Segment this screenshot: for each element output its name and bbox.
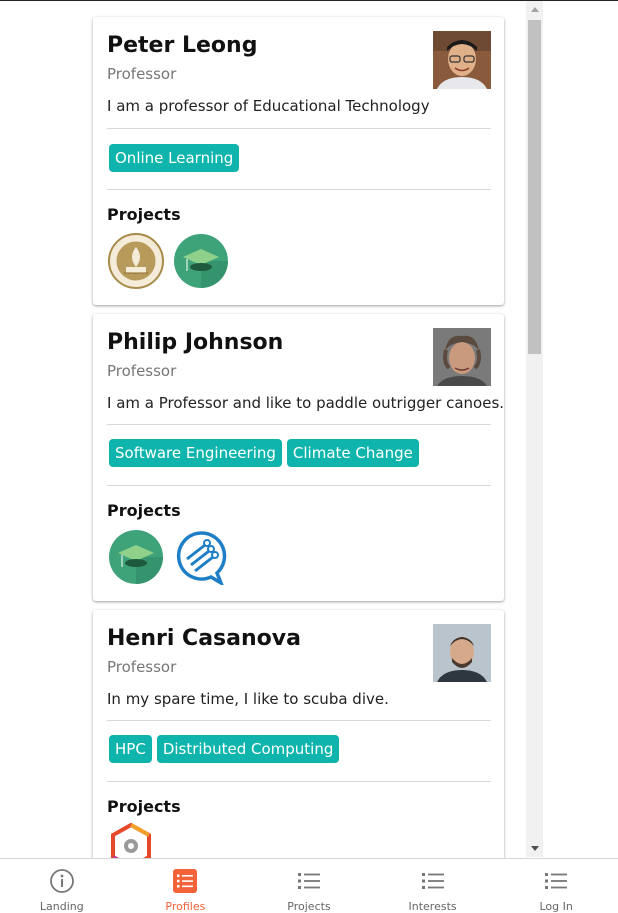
projects-heading: Projects xyxy=(107,797,181,816)
list-icon xyxy=(297,873,320,889)
interest-tag[interactable]: Online Learning xyxy=(109,144,240,172)
interest-tag[interactable]: Software Engineering xyxy=(109,439,282,467)
graduation-cap-logo[interactable] xyxy=(108,529,164,585)
profile-bio: I am a Professor and like to paddle outr… xyxy=(107,394,505,412)
project-list xyxy=(108,529,229,585)
graduation-cap-logo[interactable] xyxy=(173,233,229,289)
vertical-scrollbar[interactable] xyxy=(526,1,543,857)
profile-bio: I am a professor of Educational Technolo… xyxy=(107,97,430,115)
list-icon xyxy=(545,873,568,889)
nav-label: Profiles xyxy=(165,900,206,913)
divider xyxy=(107,485,491,486)
profile-title: Professor xyxy=(107,65,177,83)
scroll-down-arrow-icon[interactable] xyxy=(526,840,543,857)
nav-label: Interests xyxy=(408,900,457,913)
nav-item-profiles[interactable]: Profiles xyxy=(124,859,248,913)
profile-card: Philip Johnson Professor I am a Professo… xyxy=(93,314,504,601)
divider xyxy=(107,424,491,425)
nav-label: Landing xyxy=(39,900,84,913)
divider xyxy=(107,781,491,782)
interest-tag[interactable]: Climate Change xyxy=(286,439,419,467)
interest-tags: HPC Distributed Computing xyxy=(109,735,340,763)
list-icon xyxy=(421,873,444,889)
profile-card: Peter Leong Professor I am a professor o… xyxy=(93,17,504,305)
interest-tag[interactable]: Distributed Computing xyxy=(156,735,340,763)
nav-label: Log In xyxy=(539,900,573,913)
profile-name: Philip Johnson xyxy=(107,330,284,355)
project-list xyxy=(108,233,229,289)
divider xyxy=(107,720,491,721)
profile-title: Professor xyxy=(107,362,177,380)
info-icon xyxy=(49,869,74,893)
divider xyxy=(107,189,491,190)
profile-avatar xyxy=(433,31,491,89)
gear-hexagon-logo[interactable] xyxy=(108,823,154,858)
profile-name: Peter Leong xyxy=(107,33,258,58)
nav-label: Projects xyxy=(287,900,331,913)
nav-item-projects[interactable]: Projects xyxy=(247,859,371,913)
interest-tags: Software Engineering Climate Change xyxy=(109,439,419,467)
profile-avatar xyxy=(433,624,491,682)
project-list xyxy=(108,823,154,858)
scrollbar-thumb[interactable] xyxy=(528,20,541,354)
chat-circuit-logo[interactable] xyxy=(173,529,229,585)
nav-item-login[interactable]: Log In xyxy=(494,859,618,913)
profile-bio: In my spare time, I like to scuba dive. xyxy=(107,690,389,708)
interest-tag[interactable]: HPC xyxy=(109,735,152,763)
profile-card: Henri Casanova Professor In my spare tim… xyxy=(93,610,504,858)
profile-avatar xyxy=(433,328,491,386)
projects-heading: Projects xyxy=(107,205,181,224)
list-icon xyxy=(173,869,198,893)
university-seal-logo[interactable] xyxy=(108,233,164,289)
nav-item-landing[interactable]: Landing xyxy=(0,859,124,913)
profile-title: Professor xyxy=(107,658,177,676)
divider xyxy=(107,128,491,129)
bottom-navigation: Landing Profiles Projects Interests Log … xyxy=(0,858,618,913)
interest-tags: Online Learning xyxy=(109,144,240,172)
profile-name: Henri Casanova xyxy=(107,626,301,651)
projects-heading: Projects xyxy=(107,501,181,520)
scroll-up-arrow-icon[interactable] xyxy=(526,1,543,18)
nav-item-interests[interactable]: Interests xyxy=(371,859,495,913)
